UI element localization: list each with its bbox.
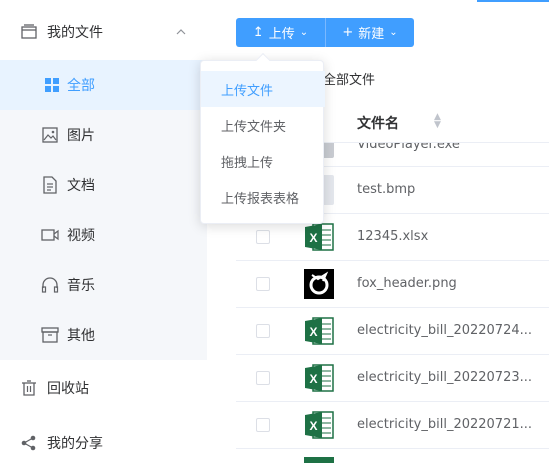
- column-header-filename[interactable]: 文件名: [357, 113, 399, 133]
- breadcrumb[interactable]: 全部文件: [323, 69, 375, 88]
- table-row[interactable]: X electricity_bill_20220721....: [236, 402, 549, 449]
- sidebar-my-files[interactable]: 我的文件: [0, 7, 207, 57]
- sidebar-item-label: 音乐: [67, 278, 95, 294]
- file-name[interactable]: electricity_bill_20220721....: [357, 417, 532, 432]
- plus-icon: +: [342, 25, 354, 40]
- row-checkbox[interactable]: [256, 230, 270, 244]
- sidebar-my-shares[interactable]: 我的分享: [0, 418, 207, 463]
- image-thumbnail-icon: [304, 269, 334, 299]
- new-button-label: 新建: [358, 27, 385, 42]
- file-name[interactable]: electricity_bill_20220724....: [357, 323, 532, 338]
- table-row[interactable]: [236, 449, 549, 463]
- row-checkbox[interactable]: [256, 371, 270, 385]
- trash-icon: [22, 380, 36, 396]
- sidebar-item-images[interactable]: 图片: [0, 110, 207, 160]
- sidebar-item-label: 文档: [67, 178, 95, 194]
- video-icon: [41, 229, 59, 241]
- row-checkbox[interactable]: [256, 277, 270, 291]
- sidebar-item-label: 其他: [67, 328, 95, 344]
- grid-icon: [45, 78, 59, 92]
- folder-icon: [21, 24, 37, 39]
- chevron-down-icon: ⌄: [389, 27, 398, 38]
- menu-item-upload-folder[interactable]: 上传文件夹: [201, 107, 325, 143]
- upload-button[interactable]: ↥ 上传 ⌄: [236, 18, 325, 47]
- table-row[interactable]: X electricity_bill_20220723....: [236, 355, 549, 402]
- document-icon: [43, 176, 57, 194]
- sidebar-item-all[interactable]: 全部: [0, 60, 207, 110]
- svg-text:X: X: [309, 325, 317, 339]
- file-name[interactable]: fox_header.png: [357, 276, 532, 291]
- upload-dropdown-menu: 上传文件 上传文件夹 拖拽上传 上传报表表格: [200, 52, 325, 224]
- new-button[interactable]: + 新建 ⌄: [325, 18, 414, 47]
- sidebar-my-files-label: 我的文件: [47, 25, 103, 41]
- excel-icon: X: [305, 364, 334, 392]
- toolbar: ↥ 上传 ⌄ + 新建 ⌄: [236, 18, 414, 47]
- menu-item-upload-file[interactable]: 上传文件: [201, 71, 325, 107]
- chevron-up-icon[interactable]: [176, 27, 186, 37]
- sidebar-item-label: 视频: [67, 228, 95, 244]
- menu-item-upload-report[interactable]: 上传报表表格: [201, 179, 325, 215]
- file-name[interactable]: test.bmp: [357, 182, 532, 197]
- sort-icon[interactable]: ▲▼: [434, 113, 441, 130]
- sidebar-share-label: 我的分享: [47, 436, 103, 452]
- sidebar-item-other[interactable]: 其他: [0, 310, 207, 360]
- sidebar-item-label: 全部: [67, 78, 95, 94]
- svg-text:X: X: [309, 419, 317, 433]
- excel-icon: X: [305, 317, 334, 345]
- sidebar-item-documents[interactable]: 文档: [0, 160, 207, 210]
- sidebar-recycle-label: 回收站: [47, 381, 89, 397]
- upload-button-label: 上传: [268, 27, 295, 42]
- excel-icon: X: [305, 223, 334, 251]
- sidebar-recycle-bin[interactable]: 回收站: [0, 363, 207, 413]
- row-checkbox[interactable]: [256, 324, 270, 338]
- share-icon: [21, 435, 36, 451]
- image-icon: [42, 127, 58, 143]
- row-checkbox[interactable]: [256, 418, 270, 432]
- svg-text:X: X: [309, 372, 317, 386]
- upload-icon: ↥: [252, 25, 264, 40]
- sidebar-item-videos[interactable]: 视频: [0, 210, 207, 260]
- file-name[interactable]: 12345.xlsx: [357, 229, 532, 244]
- table-row[interactable]: fox_header.png: [236, 261, 549, 308]
- archive-icon: [41, 327, 59, 343]
- sidebar-item-music[interactable]: 音乐: [0, 260, 207, 310]
- table-row[interactable]: X electricity_bill_20220724....: [236, 308, 549, 355]
- sidebar-item-label: 图片: [67, 128, 95, 144]
- menu-item-drag-upload[interactable]: 拖拽上传: [201, 143, 325, 179]
- svg-text:X: X: [309, 231, 317, 245]
- sidebar: 我的文件 全部 图片 文档 视频 音乐 其他 回收站 我的分享: [0, 0, 207, 463]
- active-tab-indicator: [477, 0, 549, 2]
- excel-icon: X: [305, 411, 334, 439]
- chevron-down-icon: ⌄: [299, 27, 309, 38]
- file-name[interactable]: electricity_bill_20220723....: [357, 370, 532, 385]
- headphones-icon: [41, 277, 59, 293]
- excel-icon: [304, 457, 334, 463]
